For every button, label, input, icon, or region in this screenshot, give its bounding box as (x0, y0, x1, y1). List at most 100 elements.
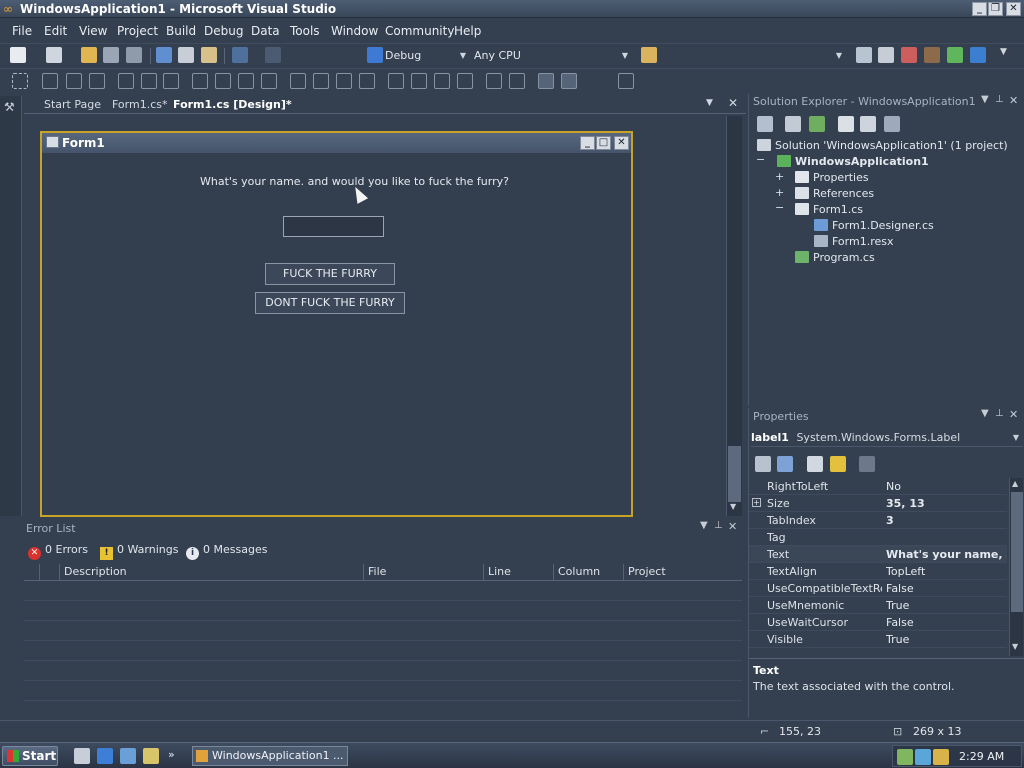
redo-icon[interactable] (265, 47, 281, 63)
make-same-height-icon[interactable] (215, 73, 231, 89)
tab-form1-code[interactable]: Form1.cs* (112, 97, 167, 113)
warnings-filter-button[interactable]: ! 0 Warnings (100, 540, 180, 560)
fuck-the-furry-button[interactable]: FUCK THE FURRY (265, 263, 395, 285)
menu-window[interactable]: Window (331, 23, 378, 39)
dropdown-icon[interactable]: ▼ (981, 408, 989, 419)
property-pages-icon[interactable] (859, 456, 875, 472)
undo-icon[interactable] (232, 47, 248, 63)
designer-vertical-scrollbar[interactable]: ▼ (726, 116, 742, 516)
decrease-horizontal-spacing-icon[interactable] (336, 73, 352, 89)
start-button[interactable]: Start (2, 746, 58, 766)
find-combo[interactable]: ▼ (662, 47, 844, 65)
categorized-icon[interactable] (755, 456, 771, 472)
menu-tools[interactable]: Tools (290, 23, 320, 39)
tray-icon[interactable] (933, 749, 949, 765)
property-row-selected[interactable]: TextWhat's your name, an (749, 546, 1007, 563)
references-node[interactable]: References (795, 186, 874, 201)
column-header-file[interactable]: File (364, 564, 484, 580)
properties-node[interactable]: Properties (795, 170, 869, 185)
align-to-grid-icon[interactable] (12, 73, 28, 89)
minimize-button[interactable]: _ (972, 2, 987, 16)
form1-designer-node[interactable]: Form1.Designer.cs (814, 218, 934, 233)
scrollbar-thumb[interactable] (1011, 492, 1023, 612)
tab-form1-design[interactable]: Form1.cs [Design]* (173, 97, 292, 113)
collapse-form1-icon[interactable]: − (775, 201, 784, 214)
paste-icon[interactable] (201, 47, 217, 63)
dont-fuck-the-furry-button[interactable]: DONT FUCK THE FURRY (255, 292, 405, 314)
menu-view[interactable]: View (79, 23, 107, 39)
dropdown-icon[interactable]: ▼ (700, 520, 708, 531)
expand-property-icon[interactable]: + (752, 498, 761, 507)
cut-icon[interactable] (156, 47, 172, 63)
pin-icon[interactable]: ⊥ (714, 520, 723, 531)
align-bottoms-icon[interactable] (163, 73, 179, 89)
remove-horizontal-spacing-icon[interactable] (359, 73, 375, 89)
align-lefts-icon[interactable] (42, 73, 58, 89)
property-row[interactable]: Tag (749, 529, 1007, 546)
property-row[interactable]: + Size 35, 13 (749, 495, 1007, 512)
column-header-order[interactable] (40, 564, 60, 580)
events-icon[interactable] (830, 456, 846, 472)
property-row[interactable]: UseMnemonic True (749, 597, 1007, 614)
align-tops-icon[interactable] (118, 73, 134, 89)
solution-config-combo[interactable]: Debug ▼ (383, 47, 468, 65)
property-row[interactable]: UseCompatibleTextRenderingFalse (749, 580, 1007, 597)
taskbar-item-visual-studio[interactable]: WindowsApplication1 ... (192, 746, 348, 766)
new-project-icon[interactable] (10, 47, 26, 63)
properties-icon[interactable] (757, 116, 773, 132)
property-row[interactable]: RightToLeft No (749, 478, 1007, 495)
save-icon[interactable] (103, 47, 119, 63)
open-file-icon[interactable] (81, 47, 97, 63)
copy-icon[interactable] (178, 47, 194, 63)
menu-data[interactable]: Data (251, 23, 280, 39)
save-all-icon[interactable] (126, 47, 142, 63)
refresh-icon[interactable] (809, 116, 825, 132)
quick-launch-icon[interactable] (120, 748, 136, 764)
scroll-up-icon[interactable]: ▲ (1012, 479, 1018, 488)
add-item-icon[interactable] (46, 47, 62, 63)
center-horizontally-icon[interactable] (486, 73, 502, 89)
properties-scrollbar[interactable]: ▲ ▼ (1009, 478, 1023, 656)
errors-filter-button[interactable]: ✕ 0 Errors (28, 540, 92, 560)
close-panel-icon[interactable]: ✕ (728, 520, 737, 533)
properties-window-icon[interactable] (878, 47, 894, 63)
find-in-files-icon[interactable] (641, 47, 657, 63)
object-browser-icon[interactable] (901, 47, 917, 63)
toolbox-icon[interactable]: ⚒ (4, 100, 15, 114)
view-code-icon[interactable] (838, 116, 854, 132)
program-node[interactable]: Program.cs (795, 250, 875, 265)
active-files-dropdown-icon[interactable]: ▼ (706, 98, 713, 108)
tab-order-icon[interactable] (618, 73, 634, 89)
scroll-down-icon[interactable]: ▼ (730, 502, 736, 511)
menu-debug[interactable]: Debug (204, 23, 243, 39)
property-row[interactable]: TextAlign TopLeft (749, 563, 1007, 580)
menu-community[interactable]: Community (385, 23, 454, 39)
tray-icon[interactable] (897, 749, 913, 765)
column-header-icon[interactable] (24, 564, 40, 580)
solution-explorer-icon[interactable] (856, 47, 872, 63)
property-row[interactable]: Visible True (749, 631, 1007, 648)
column-header-description[interactable]: Description (60, 564, 364, 580)
remove-vertical-spacing-icon[interactable] (457, 73, 473, 89)
messages-filter-button[interactable]: i 0 Messages (186, 540, 268, 560)
menu-build[interactable]: Build (166, 23, 196, 39)
expand-properties-icon[interactable]: + (775, 170, 784, 183)
make-same-size-icon[interactable] (238, 73, 254, 89)
close-panel-icon[interactable]: ✕ (1009, 408, 1018, 421)
increase-horizontal-spacing-icon[interactable] (313, 73, 329, 89)
scroll-down-icon[interactable]: ▼ (1012, 642, 1018, 651)
toolbar-options-icon[interactable]: ▼ (1000, 47, 1016, 63)
pin-icon[interactable]: ⊥ (995, 408, 1004, 419)
project-node[interactable]: WindowsApplication1 (777, 154, 929, 169)
form1-window[interactable]: Form1 _ □ ✕ (40, 131, 633, 517)
size-to-grid-icon[interactable] (261, 73, 277, 89)
bring-to-front-icon[interactable] (538, 73, 554, 89)
tab-start-page[interactable]: Start Page (44, 97, 101, 113)
align-rights-icon[interactable] (89, 73, 105, 89)
horizontal-spacing-equal-icon[interactable] (290, 73, 306, 89)
alphabetical-icon[interactable] (777, 456, 793, 472)
tray-icon[interactable] (915, 749, 931, 765)
view-class-diagram-icon[interactable] (884, 116, 900, 132)
form1-resx-node[interactable]: Form1.resx (814, 234, 894, 249)
platform-combo[interactable]: Any CPU ▼ (472, 47, 630, 65)
